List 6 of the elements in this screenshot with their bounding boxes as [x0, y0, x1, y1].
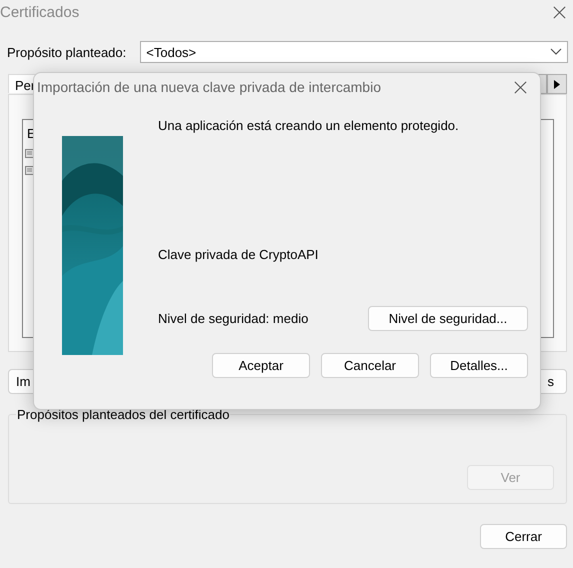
key-name: Clave privada de CryptoAPI [158, 247, 320, 262]
purpose-label: Propósito planteado: [7, 44, 126, 60]
security-level-text: Nivel de seguridad: medio [158, 311, 308, 326]
window-title: Certificados [0, 4, 80, 20]
dialog-message: Una aplicación está creando un elemento protegido. [158, 118, 460, 133]
dialog-title: Importación de una nueva clave privada de intercambio [37, 79, 381, 95]
